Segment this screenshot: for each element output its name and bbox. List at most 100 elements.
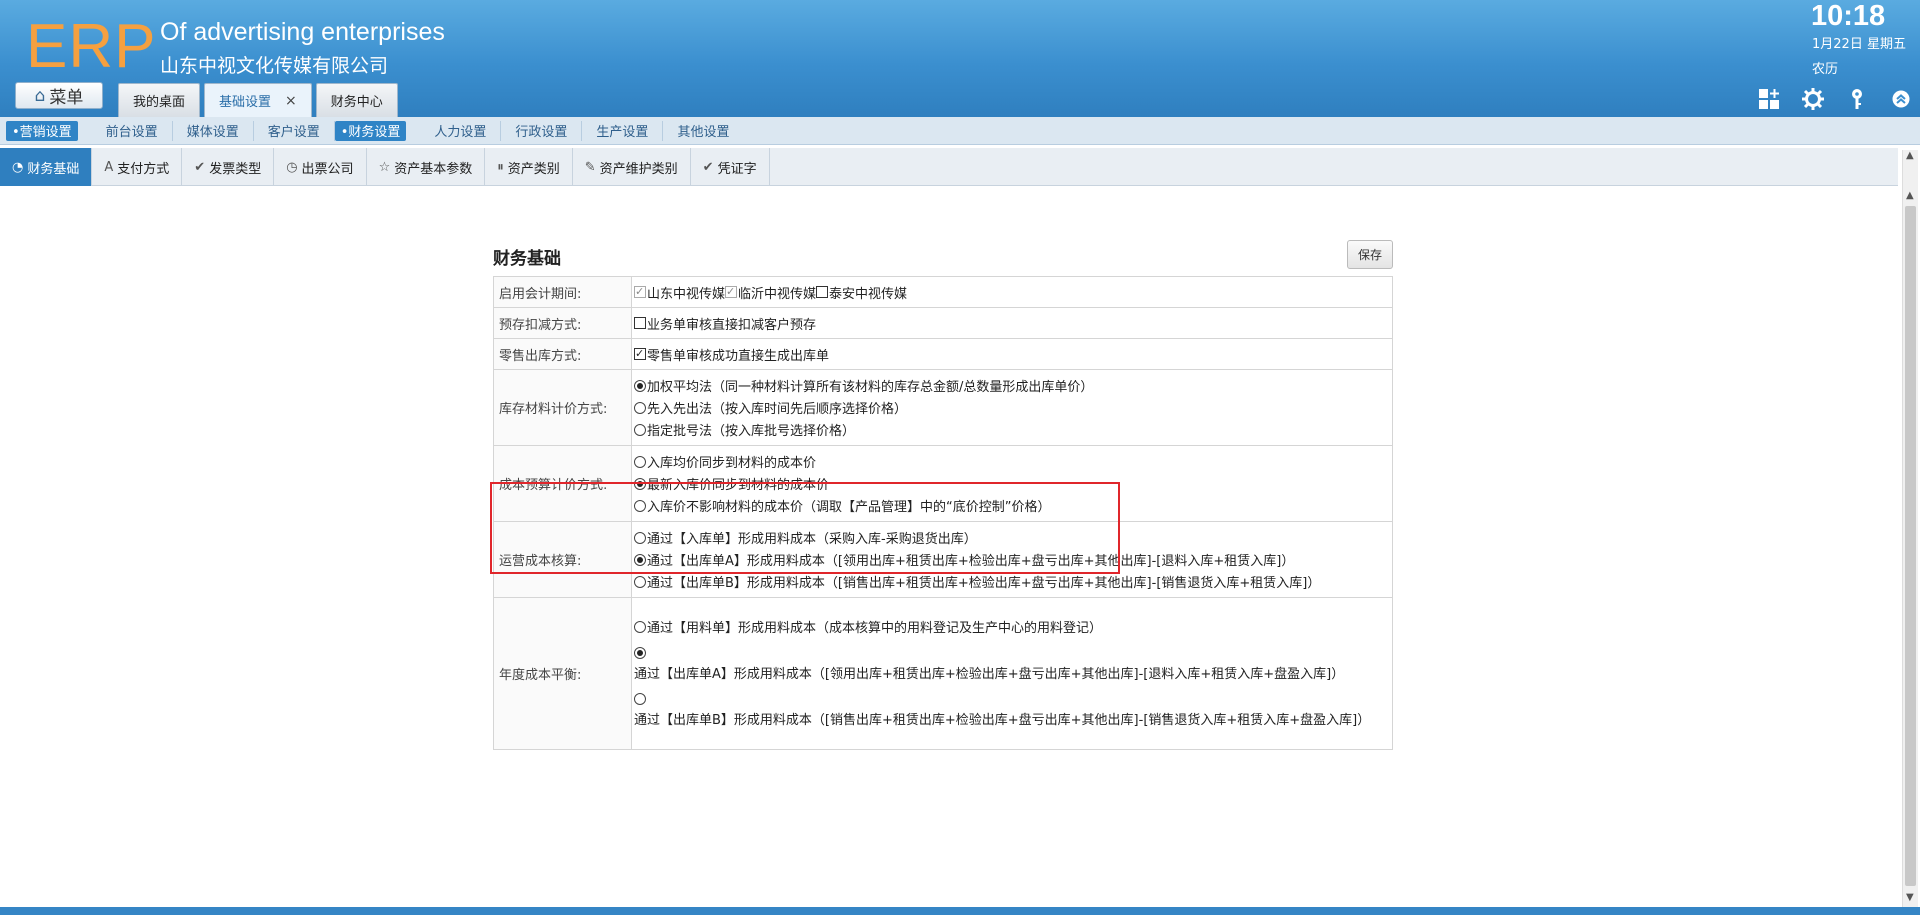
radio-annual-outbound-a[interactable] [634, 646, 646, 659]
company-name-cn: 山东中视文化传媒有限公司 [160, 55, 389, 77]
collapse-up-icon[interactable] [1888, 86, 1914, 112]
settings-subnav: •营销设置 前台设置 媒体设置 客户设置 •财务设置 人力设置 行政设置 生产设… [0, 117, 1920, 145]
field-value: 加权平均法（同一种材料计算所有该材料的库存总金额/总数量形成出库单价） 先入先出… [631, 369, 1393, 446]
radio-material-order[interactable] [634, 620, 646, 633]
tool-label: 财务基础 [27, 161, 80, 177]
tab-basic-settings[interactable]: 基础设置 × [204, 83, 312, 117]
logo: ERP [26, 12, 157, 81]
pie-icon: ◔ [12, 159, 24, 175]
tool-issuing-company[interactable]: ◷ 出票公司 [274, 148, 367, 186]
radio-outbound-b[interactable] [634, 575, 646, 588]
subnav-frontdesk[interactable]: 前台设置 [92, 120, 173, 141]
radio-label: 入库均价同步到材料的成本价 [647, 456, 817, 471]
subnav-customer[interactable]: 客户设置 [254, 120, 335, 141]
window-tabs: 我的桌面 基础设置 × 财务中心 [118, 83, 398, 117]
row-accounting-period: 启用会计期间: 山东中视传媒 临沂中视传媒 泰安中视传媒 [493, 276, 1393, 308]
subnav-marketing[interactable]: •营销设置 [6, 120, 78, 141]
field-label: 零售出库方式: [493, 338, 632, 370]
radio-fifo[interactable] [634, 401, 646, 414]
company-checkbox-taian[interactable] [816, 286, 829, 298]
tab-my-desktop[interactable]: 我的桌面 [118, 83, 201, 117]
key-icon[interactable] [1844, 86, 1870, 112]
close-icon[interactable]: × [285, 93, 297, 109]
prestore-checkbox[interactable] [634, 317, 646, 329]
field-value: 通过【用料单】形成用料成本（成本核算中的用料登记及生产中心的用料登记） 通过【出… [631, 597, 1393, 750]
subnav-other[interactable]: 其他设置 [663, 121, 743, 141]
highlight-box [490, 482, 1120, 574]
status-bar [0, 907, 1920, 915]
tool-invoice-type[interactable]: ✔ 发票类型 [182, 148, 275, 186]
radio-label: 加权平均法（同一种材料计算所有该材料的库存总金额/总数量形成出库单价） [647, 380, 1094, 395]
radio-avg-price-sync[interactable] [634, 455, 646, 468]
radio-label: 通过【出库单B】形成用料成本（[销售出库+租赁出库+检验出库+盘亏出库+其他出库… [634, 712, 1371, 728]
checkbox-label: 临沂中视传媒 [738, 286, 817, 302]
row-annual-cost-balance: 年度成本平衡: 通过【用料单】形成用料成本（成本核算中的用料登记及生产中心的用料… [493, 597, 1393, 750]
tool-asset-category[interactable]: ⏸ 资产类别 [485, 148, 573, 186]
radio-label: 通过【出库单A】形成用料成本（[领用出库+租赁出库+检验出库+盘亏出库+其他出库… [634, 666, 1345, 682]
subnav-production[interactable]: 生产设置 [582, 120, 664, 141]
checkbox-label: 泰安中视传媒 [829, 286, 908, 302]
scroll-up-arrow-icon[interactable]: ▲ [1906, 190, 1914, 201]
company-checkbox-linyi [725, 286, 738, 298]
radio-label: 通过【用料单】形成用料成本（成本核算中的用料登记及生产中心的用料登记） [647, 621, 1103, 636]
field-label: 年度成本平衡: [493, 597, 632, 750]
subnav-finance[interactable]: •财务设置 [334, 120, 407, 141]
tool-label: 资产基本参数 [394, 161, 473, 177]
home-icon: ⌂ [34, 85, 46, 106]
tool-asset-params[interactable]: ☆ 资产基本参数 [367, 148, 486, 186]
font-icon: A [104, 159, 114, 175]
field-label: 库存材料计价方式: [493, 369, 632, 446]
tab-label: 我的桌面 [133, 95, 186, 110]
subnav-hr[interactable]: 人力设置 [420, 120, 502, 141]
radio-label: 通过【出库单B】形成用料成本（[销售出库+租赁出库+检验出库+盘亏出库+其他出库… [647, 576, 1321, 591]
lunar-calendar-link[interactable]: 农历 [1812, 58, 1838, 77]
radio-batch[interactable] [634, 423, 646, 436]
tab-label: 基础设置 [219, 95, 272, 110]
tool-finance-basics[interactable]: ◔ 财务基础 [0, 148, 93, 186]
page-scrollbar[interactable]: ▲ ▲ ▼ [1902, 150, 1918, 907]
menu-button[interactable]: ⌂ 菜单 [15, 82, 103, 109]
checkbox-label: 零售单审核成功直接生成出库单 [647, 348, 830, 364]
company-name-en: Of advertising enterprises [160, 18, 445, 46]
finance-toolbar: ◔ 财务基础 A 支付方式 ✔ 发票类型 ◷ 出票公司 ☆ 资产基本参数 ⏸ 资… [0, 148, 1898, 186]
tool-label: 出票公司 [301, 161, 354, 177]
row-inventory-pricing: 库存材料计价方式: 加权平均法（同一种材料计算所有该材料的库存总金额/总数量形成… [493, 369, 1393, 446]
check-icon: ✔ [702, 159, 714, 175]
tool-label: 发票类型 [209, 161, 262, 177]
check-icon: ✔ [194, 159, 206, 175]
save-button[interactable]: 保存 [1347, 240, 1393, 269]
subnav-admin[interactable]: 行政设置 [501, 120, 583, 141]
checkbox-label: 山东中视传媒 [647, 286, 726, 302]
field-value: 零售单审核成功直接生成出库单 [631, 338, 1393, 370]
clock-icon: ◷ [286, 159, 298, 175]
tool-payment-method[interactable]: A 支付方式 [92, 148, 183, 186]
radio-label: 先入先出法（按入库时间先后顺序选择价格） [647, 402, 908, 417]
tool-label: 资产类别 [507, 161, 560, 177]
grid-add-icon[interactable] [1756, 86, 1782, 112]
scroll-thumb[interactable] [1905, 206, 1916, 886]
tool-label: 支付方式 [117, 161, 170, 177]
tool-voucher-word[interactable]: ✔ 凭证字 [691, 148, 770, 186]
tool-label: 凭证字 [717, 161, 757, 177]
menu-button-label: 菜单 [49, 88, 84, 108]
tab-label: 财务中心 [330, 95, 383, 110]
gear-icon[interactable] [1800, 86, 1826, 112]
field-label: 启用会计期间: [493, 276, 632, 308]
scroll-up-arrow-icon[interactable]: ▲ [1906, 150, 1914, 161]
retail-checkbox[interactable] [634, 348, 646, 360]
row-prestore-deduction: 预存扣减方式: 业务单审核直接扣减客户预存 [493, 307, 1393, 339]
subnav-media[interactable]: 媒体设置 [173, 120, 254, 141]
tool-asset-maintenance[interactable]: ✎ 资产维护类别 [573, 148, 691, 186]
radio-weighted-average[interactable] [634, 379, 646, 392]
checkbox-label: 业务单审核直接扣减客户预存 [647, 317, 817, 333]
radio-annual-outbound-b[interactable] [634, 692, 646, 705]
company-checkbox-shandong [634, 286, 646, 298]
tab-finance-center[interactable]: 财务中心 [315, 83, 398, 117]
clock-date: 1月22日 星期五 [1812, 37, 1906, 52]
tool-label: 资产维护类别 [599, 161, 678, 177]
field-label: 预存扣减方式: [493, 307, 632, 339]
field-value: 山东中视传媒 临沂中视传媒 泰安中视传媒 [631, 276, 1393, 308]
scroll-down-arrow-icon[interactable]: ▼ [1906, 892, 1914, 903]
page-title: 财务基础 [493, 249, 561, 269]
pause-icon: ⏸ [497, 159, 504, 175]
